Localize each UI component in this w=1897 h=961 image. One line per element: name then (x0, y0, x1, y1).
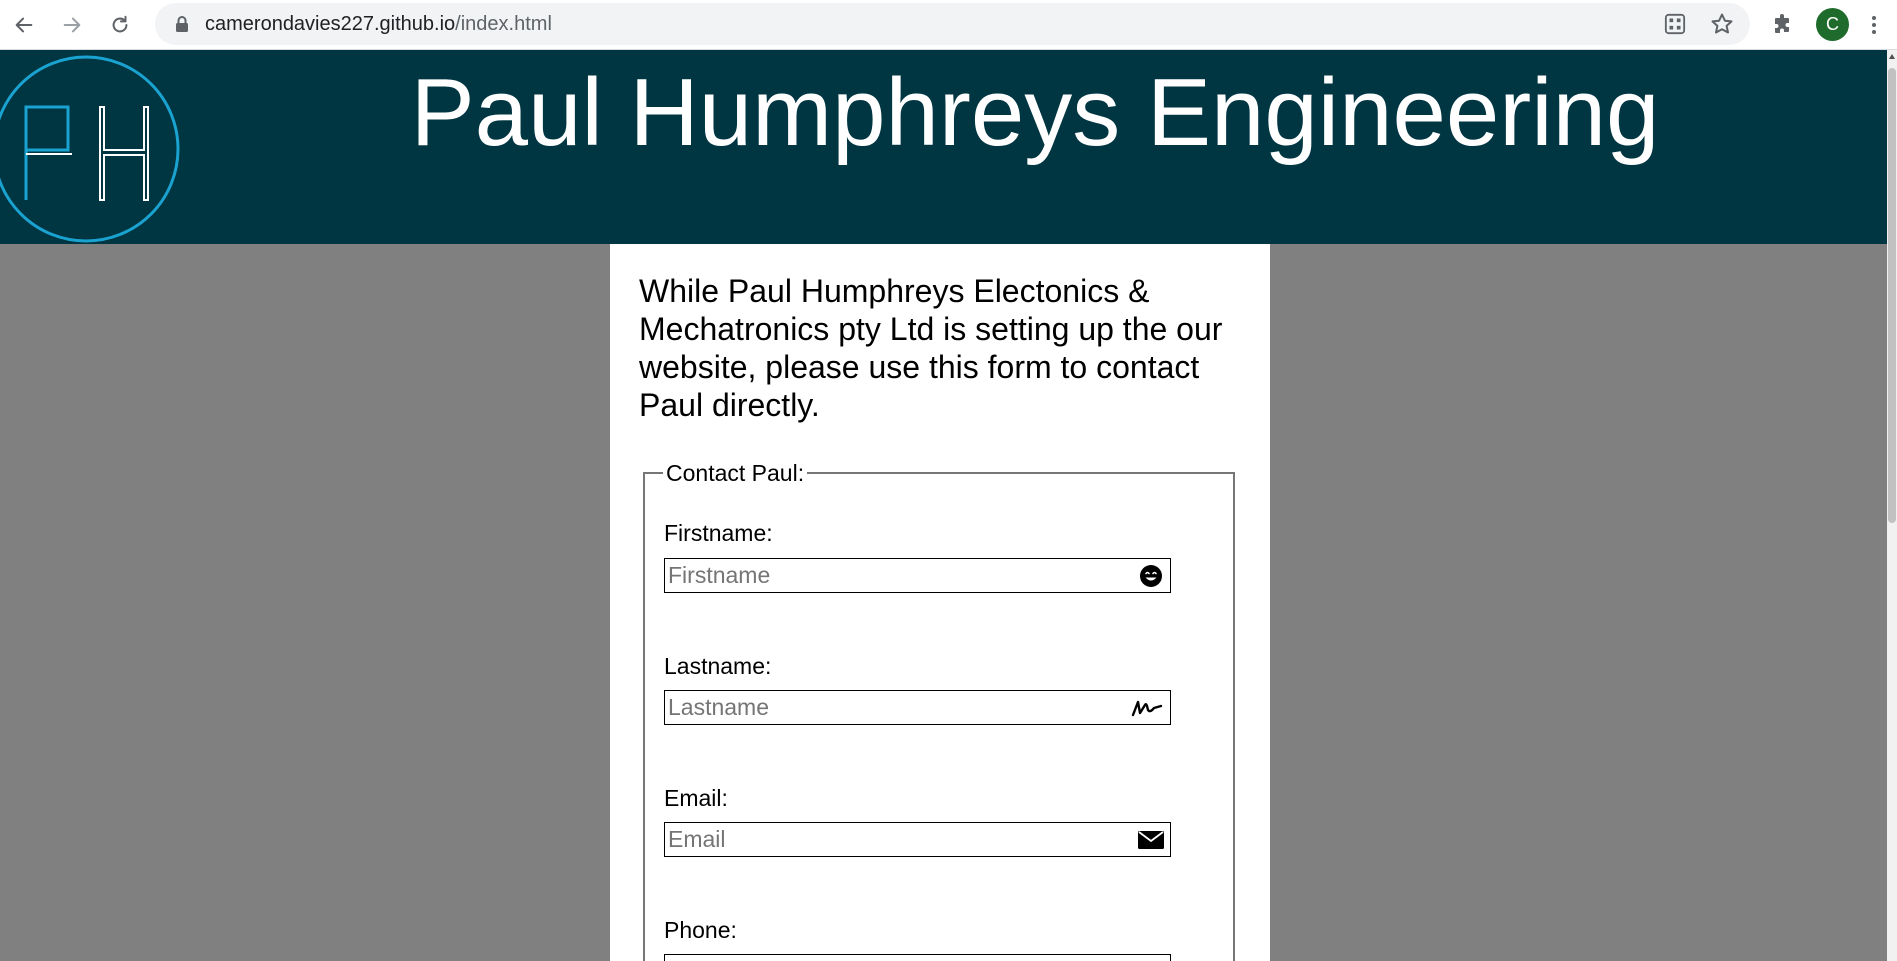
contact-form: Contact Paul: Firstname: Lastname: Email… (643, 460, 1235, 961)
back-button[interactable] (8, 9, 40, 41)
email-input[interactable] (668, 823, 1108, 856)
signature-icon (1130, 696, 1164, 720)
lock-icon (176, 16, 188, 32)
firstname-input[interactable] (668, 559, 1108, 592)
browser-menu-button[interactable] (1862, 9, 1886, 41)
url-path: /index.html (455, 13, 552, 35)
reload-icon (112, 15, 128, 33)
firstname-label: Firstname: (664, 520, 773, 546)
profile-initial: C (1826, 14, 1839, 34)
address-bar[interactable]: camerondavies227.github.io/index.html (155, 3, 1750, 45)
qr-code-icon (1664, 13, 1686, 35)
page-scrollbar[interactable] (1887, 50, 1897, 961)
lastname-field[interactable] (664, 690, 1171, 725)
extensions-button[interactable] (1766, 9, 1798, 41)
lastname-input[interactable] (668, 691, 1108, 724)
phone-label: Phone: (664, 917, 737, 943)
qr-code-button[interactable] (1662, 11, 1688, 37)
scroll-up-arrow-icon[interactable] (1889, 54, 1895, 59)
envelope-icon (1138, 828, 1164, 852)
bookmark-star-button[interactable] (1709, 11, 1735, 37)
email-label: Email: (664, 785, 728, 811)
puzzle-icon (1775, 14, 1789, 33)
smile-icon (1138, 564, 1164, 588)
phone-field[interactable] (664, 954, 1171, 961)
firstname-field[interactable] (664, 558, 1171, 593)
profile-avatar[interactable]: C (1816, 8, 1849, 41)
url-host: camerondavies227.github.io (205, 13, 456, 35)
email-field[interactable] (664, 822, 1171, 857)
more-vertical-icon (1872, 16, 1876, 34)
url-text: camerondavies227.github.io/index.html (205, 3, 552, 45)
form-legend: Contact Paul: (663, 460, 808, 486)
scrollbar-thumb[interactable] (1888, 68, 1896, 523)
reload-button[interactable] (104, 9, 136, 41)
forward-button[interactable] (56, 9, 88, 41)
content-card: While Paul Humphreys Electonics & Mechat… (610, 244, 1270, 961)
arrow-right-icon (63, 17, 81, 33)
site-header: Paul Humphreys Engineering (0, 50, 1887, 244)
arrow-left-icon (15, 17, 33, 33)
browser-toolbar: camerondavies227.github.io/index.html C (0, 0, 1897, 50)
site-title: Paul Humphreys Engineering (410, 59, 1660, 166)
phone-input[interactable] (668, 955, 1108, 961)
page-viewport: Paul Humphreys Engineering While Paul Hu… (0, 50, 1887, 961)
lastname-label: Lastname: (664, 653, 772, 679)
intro-text: While Paul Humphreys Electonics & Mechat… (639, 273, 1223, 423)
star-icon (1711, 13, 1733, 34)
